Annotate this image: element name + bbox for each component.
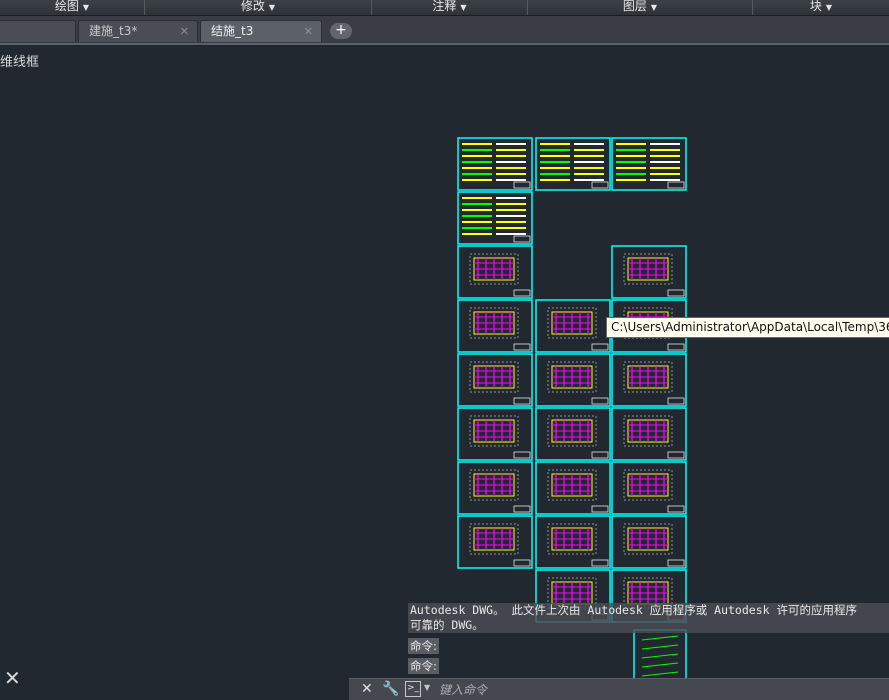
sheet-note-line — [574, 155, 604, 157]
sheet-note-line — [462, 209, 492, 211]
sheet-note-line — [574, 161, 604, 163]
sheet-note-line — [650, 167, 680, 169]
close-icon[interactable]: ✕ — [361, 680, 373, 698]
sheet-title-block — [591, 451, 609, 459]
dropdown-arrow-icon[interactable]: ▼ — [424, 683, 430, 692]
close-icon[interactable]: ✕ — [4, 668, 21, 688]
command-prompt-line: 命令: — [408, 658, 439, 674]
stair-detail-line — [641, 671, 679, 677]
sheet-title-block — [591, 559, 609, 567]
sheet-note-line — [574, 173, 604, 175]
sheet-note-line — [650, 155, 680, 157]
sheet-title-block — [513, 181, 531, 189]
sheet-note-line — [616, 149, 646, 151]
sheet-note-line — [540, 143, 570, 145]
sheet-note-line — [574, 149, 604, 151]
sheet-note-line — [462, 233, 492, 235]
file-path-tooltip: C:\Users\Administrator\AppData\Local\Tem… — [606, 317, 889, 338]
stair-detail-line — [641, 644, 679, 650]
sheet-note-line — [462, 155, 492, 157]
sheet-note-line — [462, 221, 492, 223]
sheet-note-line — [462, 203, 492, 205]
sheet-note-line — [616, 173, 646, 175]
sheet-title-block — [513, 235, 531, 243]
sheet-title-block — [513, 559, 531, 567]
sheet-note-line — [496, 167, 526, 169]
sheet-title-block — [667, 181, 685, 189]
sheet-note-line — [540, 167, 570, 169]
sheet-title-block — [667, 505, 685, 513]
sheet-note-line — [496, 233, 526, 235]
stair-detail-line — [641, 635, 679, 641]
sheet-title-block — [667, 343, 685, 351]
sheet-title-block — [667, 397, 685, 405]
sheet-title-block — [591, 181, 609, 189]
command-input[interactable] — [437, 680, 881, 700]
sheet-title-block — [667, 559, 685, 567]
sheet-note-line — [574, 143, 604, 145]
stair-detail-line — [641, 662, 679, 668]
sheet-note-line — [496, 161, 526, 163]
sheet-title-block — [667, 289, 685, 297]
sheet-note-line — [650, 143, 680, 145]
sheet-note-line — [616, 161, 646, 163]
command-history-line: 可靠的 DWG。 — [410, 618, 484, 632]
sheet-note-line — [496, 155, 526, 157]
sheet-note-line — [496, 209, 526, 211]
sheet-note-line — [462, 167, 492, 169]
sheet-note-line — [540, 173, 570, 175]
sheet-note-line — [496, 149, 526, 151]
sheet-note-line — [540, 155, 570, 157]
sheet-title-block — [591, 505, 609, 513]
sheet-title-block — [513, 289, 531, 297]
model-space-canvas[interactable] — [0, 0, 889, 699]
sheet-note-line — [616, 155, 646, 157]
sheet-title-block — [591, 397, 609, 405]
command-history-line: Autodesk DWG。 此文件上次由 Autodesk 应用程序或 Auto… — [410, 603, 857, 617]
sheet-note-line — [496, 221, 526, 223]
sheet-title-block — [667, 451, 685, 459]
command-bar: ✕ 🔧 >_ ▼ — [349, 678, 889, 700]
sheet-note-line — [540, 149, 570, 151]
sheet-note-line — [496, 227, 526, 229]
sheet-note-line — [496, 197, 526, 199]
sheet-note-line — [616, 167, 646, 169]
wrench-icon[interactable]: 🔧 — [382, 680, 399, 698]
sheet-note-line — [496, 179, 526, 181]
prompt-icon[interactable]: >_ — [405, 681, 421, 697]
sheet-note-line — [462, 179, 492, 181]
sheet-note-line — [496, 203, 526, 205]
sheet-note-line — [462, 227, 492, 229]
sheet-title-block — [591, 343, 609, 351]
sheet-note-line — [650, 161, 680, 163]
sheet-note-line — [574, 167, 604, 169]
sheet-note-line — [616, 179, 646, 181]
sheet-note-line — [462, 149, 492, 151]
sheet-note-line — [462, 197, 492, 199]
sheet-title-block — [513, 505, 531, 513]
sheet-note-line — [650, 179, 680, 181]
sheet-note-line — [616, 143, 646, 145]
sheet-note-line — [540, 161, 570, 163]
sheet-title-block — [513, 451, 531, 459]
sheet-note-line — [496, 143, 526, 145]
sheet-note-line — [540, 179, 570, 181]
sheet-title-block — [513, 343, 531, 351]
sheet-note-line — [496, 173, 526, 175]
sheet-note-line — [496, 215, 526, 217]
sheet-note-line — [462, 215, 492, 217]
sheet-note-line — [462, 161, 492, 163]
command-prompt-line: 命令: — [408, 638, 439, 654]
sheet-note-line — [650, 173, 680, 175]
command-history: Autodesk DWG。 此文件上次由 Autodesk 应用程序或 Auto… — [408, 603, 889, 633]
sheet-note-line — [462, 173, 492, 175]
sheet-note-line — [462, 143, 492, 145]
sheet-note-line — [574, 179, 604, 181]
sheet-title-block — [513, 397, 531, 405]
sheet-note-line — [650, 149, 680, 151]
stair-detail-line — [641, 653, 679, 659]
